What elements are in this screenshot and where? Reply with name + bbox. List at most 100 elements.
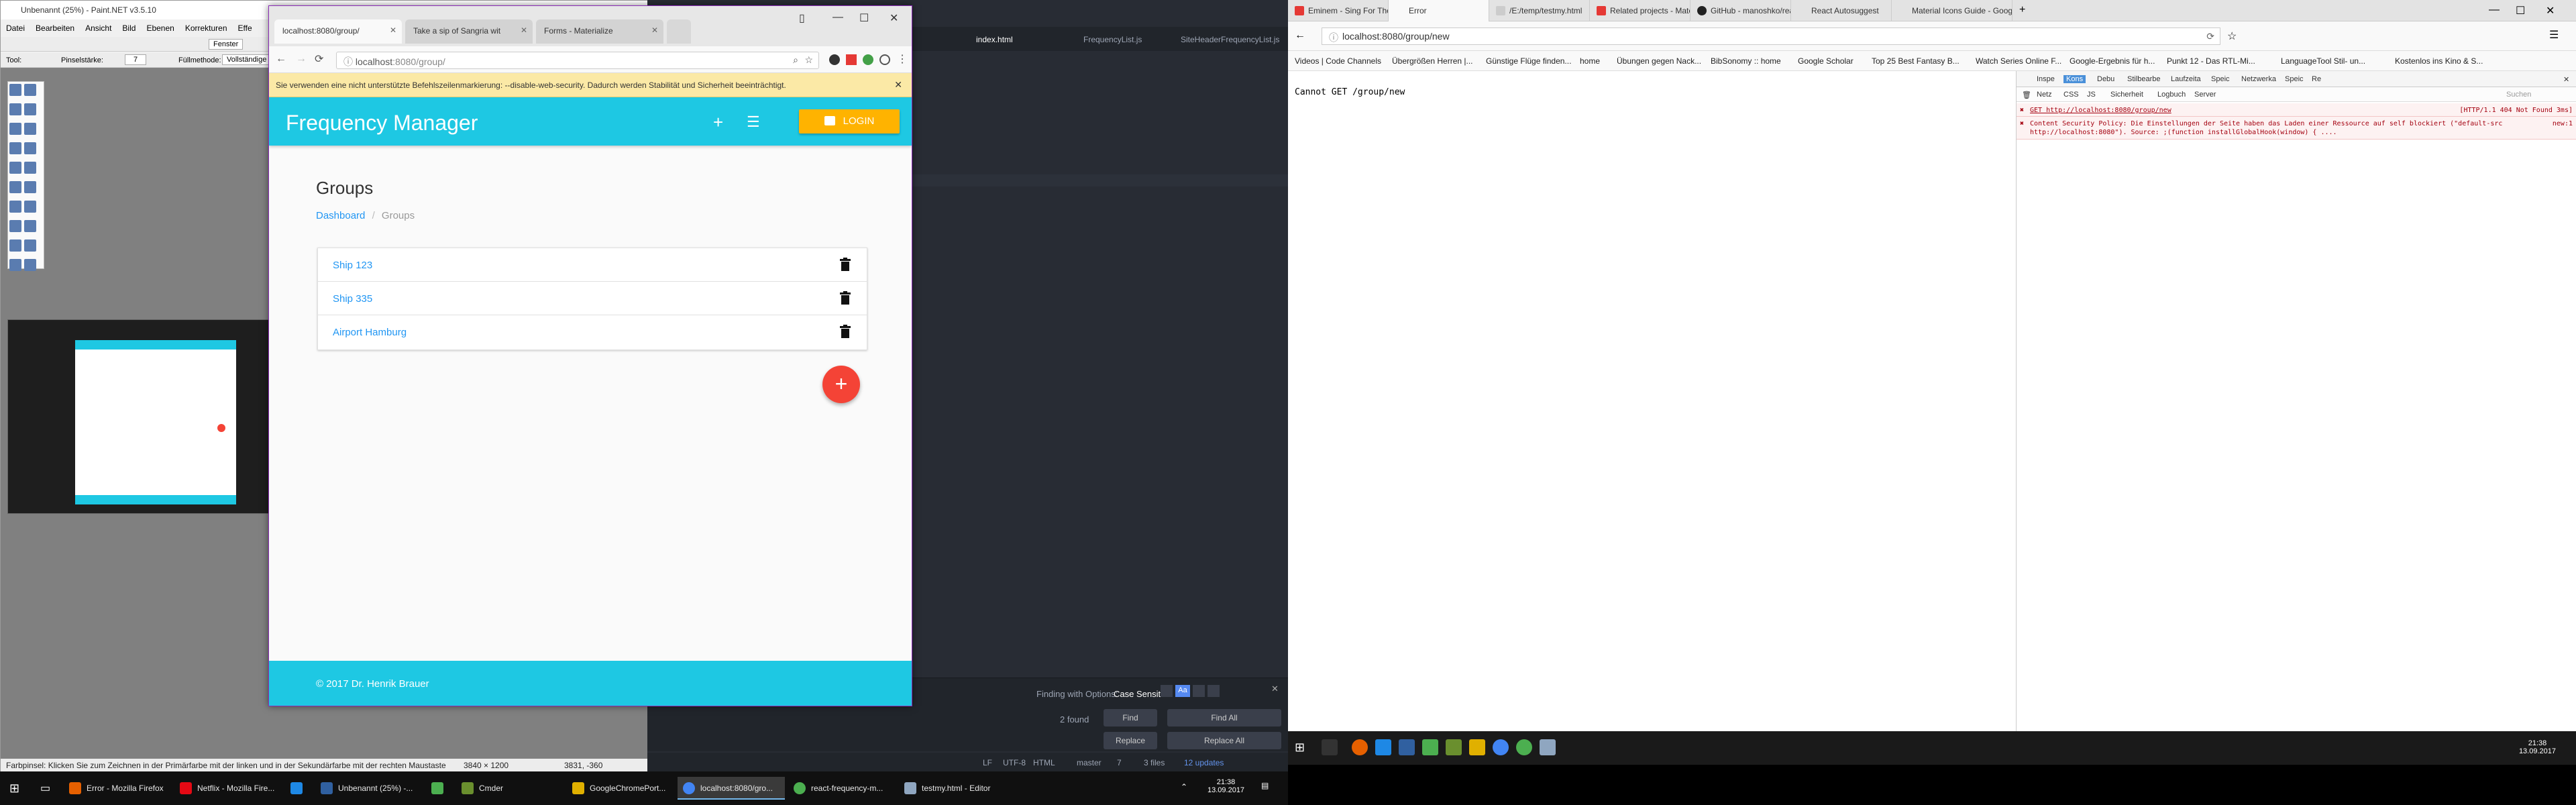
back-icon[interactable]: ← [1295, 30, 1305, 42]
editor-tab-index[interactable]: index.html [976, 35, 1013, 44]
firefox-tab[interactable]: /E:/temp/testmy.html [1489, 0, 1590, 21]
trash-icon[interactable]: 🗑 [2022, 91, 2031, 99]
eraser-icon[interactable] [9, 181, 21, 193]
clock[interactable]: 21:38 13.09.2017 [1208, 778, 1244, 794]
search-icon[interactable]: ⌕ [793, 54, 798, 66]
bookmark-item[interactable]: LanguageTool Stil- un... [2281, 56, 2365, 66]
firefox-tab[interactable]: Eminem - Sing For The Mo [1288, 0, 1389, 21]
devtools-tab[interactable]: Laufzeita [2171, 75, 2201, 83]
find-button[interactable]: Find [1104, 709, 1157, 727]
delete-icon[interactable] [840, 325, 851, 338]
taskbar-item[interactable] [285, 777, 313, 800]
editor-tab-siteheader[interactable]: SiteHeaderFrequencyList.js [1181, 35, 1279, 44]
clock[interactable]: 21:38 13.09.2017 [2519, 739, 2556, 755]
windows-start-icon[interactable]: ⊞ [1295, 741, 1305, 755]
notification-icon[interactable]: ▤ [1261, 781, 1269, 790]
pencil-icon[interactable] [24, 181, 36, 193]
taskbar-item[interactable]: GoogleChromePort... [567, 777, 674, 800]
line-ending[interactable]: LF [983, 758, 992, 767]
devtools-tab[interactable]: Speic [2211, 75, 2230, 83]
replace-button[interactable]: Replace [1104, 732, 1157, 749]
pan-tool-icon[interactable] [24, 123, 36, 135]
devtools-tab[interactable]: Debu [2097, 75, 2114, 83]
bookmark-item[interactable]: Google Scholar [1798, 56, 1854, 66]
fill-select[interactable]: Vollständige [222, 54, 272, 65]
extension-icon[interactable] [879, 54, 890, 65]
edge-icon[interactable] [1375, 739, 1391, 755]
app-icon[interactable] [1422, 739, 1438, 755]
windows-start-icon[interactable]: ⊞ [9, 782, 19, 796]
infobar-close-icon[interactable]: ✕ [894, 79, 902, 91]
devtools-close-icon[interactable]: ✕ [2563, 75, 2569, 84]
clone-stamp-icon[interactable] [24, 201, 36, 213]
encoding[interactable]: UTF-8 [1003, 758, 1026, 767]
bookmark-item[interactable]: home [1580, 56, 1600, 66]
bookmark-star-icon[interactable]: ☆ [2227, 30, 2237, 43]
reload-icon[interactable]: ⟳ [315, 52, 323, 66]
firefox-icon[interactable] [1352, 739, 1368, 755]
brush-icon[interactable] [24, 162, 36, 174]
firefox-tab[interactable]: GitHub - manoshko/react- [1690, 0, 1791, 21]
group-link[interactable]: Ship 123 [333, 260, 372, 271]
maximize-icon[interactable]: ☐ [2516, 4, 2525, 17]
profile-icon[interactable]: ▯ [799, 11, 805, 25]
task-view-icon[interactable]: ▭ [40, 782, 50, 795]
folder-icon[interactable] [1469, 739, 1485, 755]
filter-js[interactable]: JS [2087, 91, 2096, 99]
close-window-icon[interactable]: ✕ [890, 11, 898, 25]
gradient-icon[interactable] [9, 162, 21, 174]
hamburger-menu-icon[interactable]: ☰ [2549, 28, 2559, 42]
console-source[interactable]: [HTTP/1.1 404 Not Found 3ms] [2459, 106, 2573, 115]
firefox-address-bar[interactable]: ⓘ localhost:8080/group/new ⟳ [1322, 28, 2220, 45]
taskbar-item[interactable]: Cmder [456, 777, 564, 800]
case-toggle-icon[interactable]: Aa [1175, 685, 1190, 697]
new-tab-button[interactable] [667, 19, 691, 44]
delete-icon[interactable] [840, 291, 851, 305]
add-group-fab[interactable]: + [822, 366, 860, 403]
firefox-tab[interactable]: React Autosuggest [1791, 0, 1892, 21]
new-tab-icon[interactable]: + [2019, 4, 2025, 16]
devtools-tab[interactable]: Re [2312, 75, 2321, 83]
color-picker-icon[interactable] [9, 201, 21, 213]
selection-toggle-icon[interactable] [1193, 685, 1205, 697]
forward-icon[interactable]: → [296, 53, 307, 65]
star-icon[interactable]: ☆ [804, 54, 813, 66]
menu-bild[interactable]: Bild [117, 21, 141, 36]
chrome-tab-active[interactable]: localhost:8080/group/ ✕ [274, 19, 402, 44]
devtools-tab[interactable]: Stilbearbe [2127, 75, 2161, 83]
zoom-tool-icon[interactable] [9, 123, 21, 135]
filter-server[interactable]: Server [2194, 91, 2216, 99]
move-selection-icon[interactable] [24, 103, 36, 115]
menu-kebab-icon[interactable]: ⋮ [897, 52, 908, 66]
move-tool-icon[interactable] [24, 84, 36, 96]
menu-effekte[interactable]: Effe [233, 21, 258, 36]
package-updates[interactable]: 12 updates [1184, 758, 1224, 767]
firefox-tab[interactable]: Related projects - Materi [1590, 0, 1690, 21]
taskbar-item[interactable]: localhost:8080/gro... [678, 777, 785, 800]
regex-toggle-icon[interactable] [1161, 685, 1173, 697]
grammar[interactable]: HTML [1033, 758, 1055, 767]
select-tool-icon[interactable] [9, 84, 21, 96]
bookmark-item[interactable]: Übungen gegen Nack... [1617, 56, 1701, 66]
menu-bearbeiten[interactable]: Bearbeiten [30, 21, 80, 36]
console-search[interactable]: Suchen [2506, 91, 2531, 99]
notepad-icon[interactable] [1540, 739, 1556, 755]
taskbar-item[interactable]: testmy.html - Editor [899, 777, 1006, 800]
lasso-tool-icon[interactable] [9, 103, 21, 115]
filter-net[interactable]: Netz [2037, 91, 2052, 99]
menu-datei[interactable]: Datei [1, 21, 30, 36]
recolor-icon[interactable] [9, 220, 21, 232]
filter-logging[interactable]: Logbuch [2157, 91, 2186, 99]
login-button[interactable]: LOGIN [799, 109, 900, 133]
brush-width-input[interactable]: 7 [125, 54, 147, 65]
word-toggle-icon[interactable] [1208, 685, 1220, 697]
menu-korrekturen[interactable]: Korrekturen [180, 21, 233, 36]
text-tool-icon[interactable] [24, 220, 36, 232]
taskbar-item[interactable]: Unbenannt (25%) -... [315, 777, 423, 800]
app-brand[interactable]: Frequency Manager [286, 111, 478, 136]
console-source[interactable]: new:1 [2553, 119, 2573, 128]
close-icon[interactable]: ✕ [651, 25, 658, 35]
filter-css[interactable]: CSS [2063, 91, 2079, 99]
minimize-icon[interactable]: — [2489, 4, 2500, 16]
bookmark-item[interactable]: Google-Ergebnis für h... [2070, 56, 2155, 66]
